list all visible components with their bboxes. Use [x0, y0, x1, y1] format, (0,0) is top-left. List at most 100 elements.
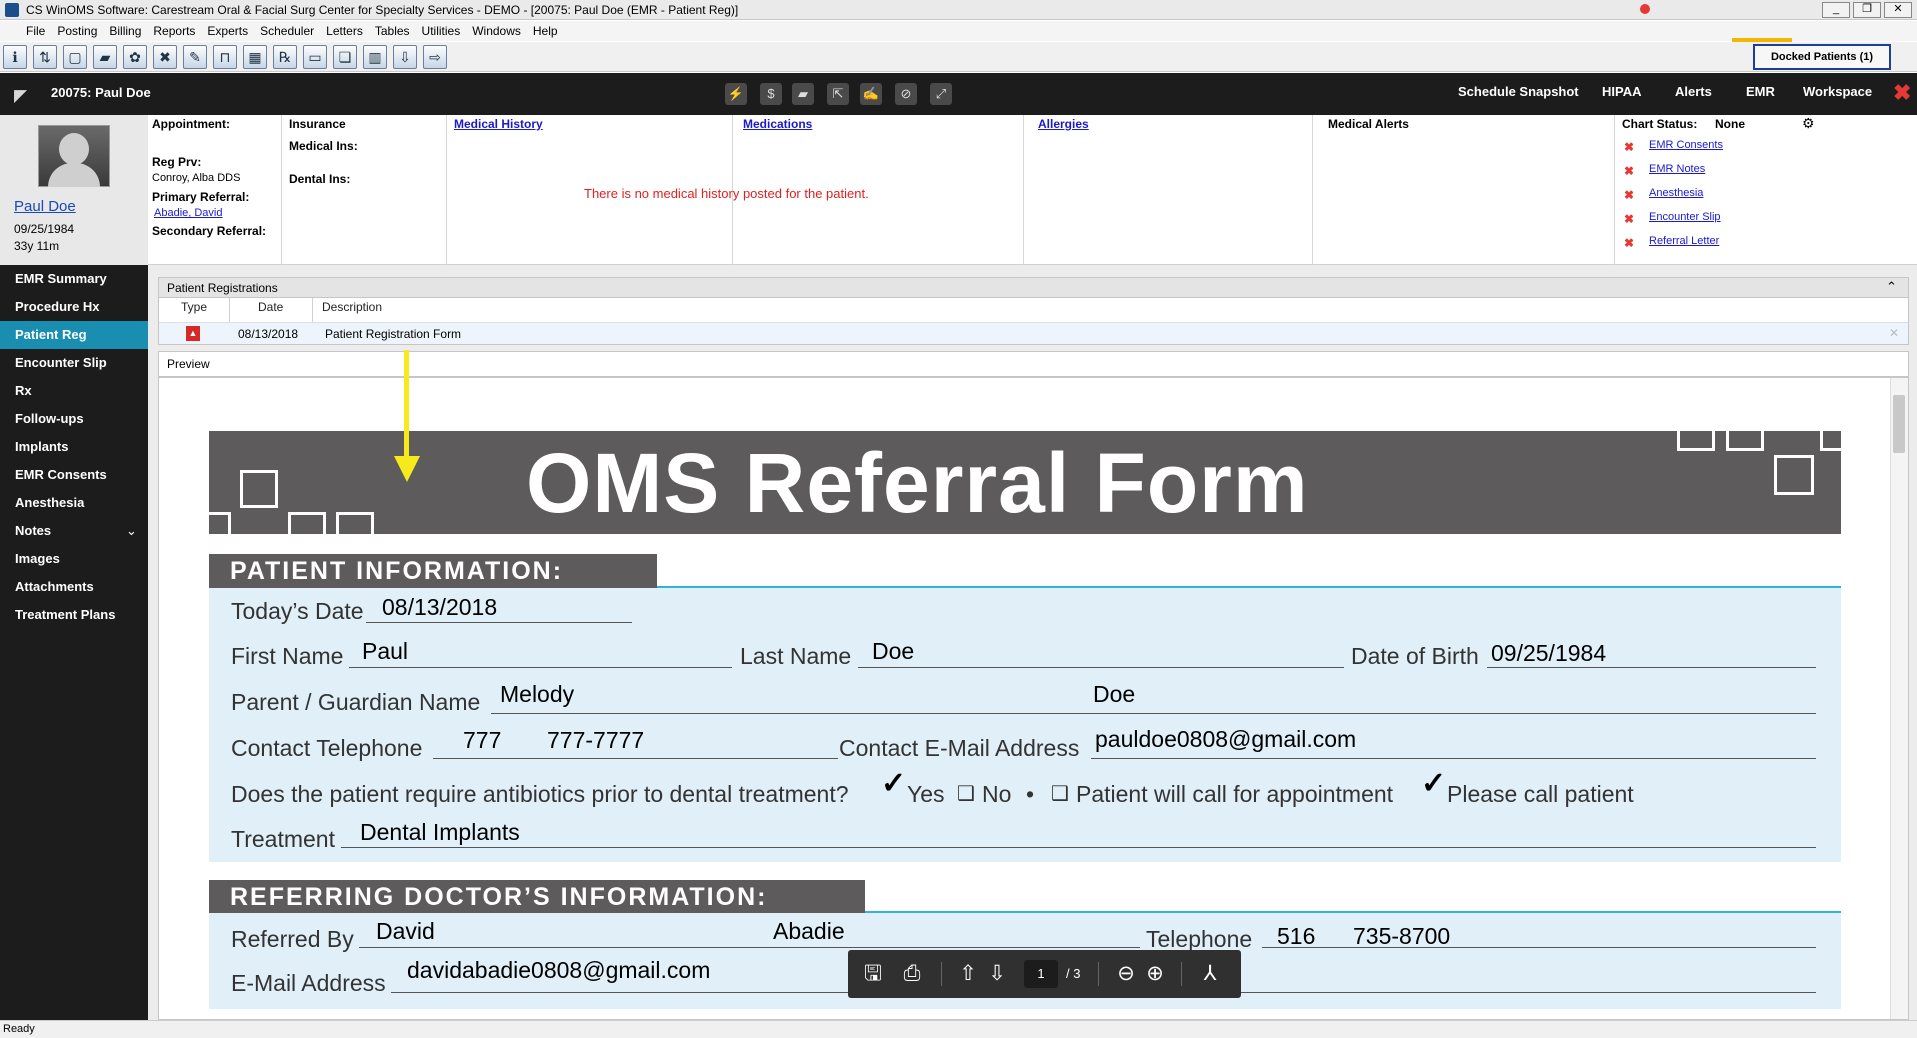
- notes-icon[interactable]: ✎: [183, 45, 207, 69]
- collapse-chevron-icon[interactable]: ⌃: [1886, 279, 1897, 295]
- status-bar: Ready: [0, 1020, 1917, 1038]
- gear-icon[interactable]: ⚙: [1802, 115, 1815, 132]
- menu-utilities[interactable]: Utilities: [416, 21, 467, 41]
- import-icon[interactable]: ⇩: [393, 45, 417, 69]
- primary-referral-link[interactable]: Abadie, David: [154, 207, 223, 219]
- export-icon[interactable]: ⇨: [423, 45, 447, 69]
- chevron-down-icon[interactable]: ⌄: [126, 523, 137, 539]
- checkbox-icon: ❑: [1051, 783, 1069, 805]
- chart-item-referral-letter[interactable]: Referral Letter: [1649, 235, 1719, 247]
- save-icon[interactable]: 🖫: [859, 960, 887, 988]
- sidebar-item-attachments[interactable]: Attachments: [0, 573, 148, 601]
- sidebar-item-emr-consents[interactable]: EMR Consents: [0, 461, 148, 489]
- chart-item-emr-consents[interactable]: EMR Consents: [1649, 139, 1723, 151]
- chart-item-encounter-slip[interactable]: Encounter Slip: [1649, 211, 1721, 223]
- nav-workspace[interactable]: Workspace: [1803, 84, 1872, 99]
- menu-tables[interactable]: Tables: [369, 21, 416, 41]
- column-header-description[interactable]: Description: [322, 300, 382, 314]
- medical-history-column-divider: [446, 115, 447, 265]
- nav-hipaa[interactable]: HIPAA: [1602, 84, 1641, 99]
- vertical-scrollbar[interactable]: [1890, 378, 1908, 1019]
- menu-windows[interactable]: Windows: [466, 21, 527, 41]
- menu-experts[interactable]: Experts: [201, 21, 254, 41]
- column-header-date[interactable]: Date: [258, 300, 283, 314]
- sidebar-item-follow-ups[interactable]: Follow-ups: [0, 405, 148, 433]
- medications-link[interactable]: Medications: [743, 117, 812, 131]
- close-window-icon[interactable]: ✕: [1884, 2, 1912, 18]
- menu-file[interactable]: File: [0, 21, 51, 41]
- sidebar-item-images[interactable]: Images: [0, 545, 148, 573]
- form-title: OMS Referral Form: [526, 436, 1309, 530]
- main-toolbar: ℹ ⇅ ▢ ▰ ✿ ✖ ✎ ⊓ ▦ ℞ ▭ ❏ ▥ ⇩ ⇨: [0, 42, 1917, 72]
- sidebar-item-encounter-slip[interactable]: Encounter Slip: [0, 349, 148, 377]
- lightning-icon[interactable]: ⚡: [725, 83, 747, 105]
- page-total: / 3: [1066, 966, 1081, 981]
- menu-billing[interactable]: Billing: [103, 21, 147, 41]
- page-number-input[interactable]: 1: [1024, 960, 1058, 988]
- medical-history-link[interactable]: Medical History: [454, 117, 543, 131]
- minimize-icon[interactable]: _: [1822, 2, 1850, 18]
- expand-icon[interactable]: ⤢: [930, 83, 952, 105]
- sidebar-item-implants[interactable]: Implants: [0, 433, 148, 461]
- windows-icon[interactable]: ❏: [333, 45, 357, 69]
- menu-help[interactable]: Help: [527, 21, 564, 41]
- column-header-type[interactable]: Type: [181, 300, 207, 314]
- menu-posting[interactable]: Posting: [51, 21, 103, 41]
- guardian-last-value: Doe: [1093, 681, 1136, 707]
- print-icon[interactable]: ⎙: [898, 960, 926, 988]
- nav-emr[interactable]: EMR: [1746, 84, 1775, 99]
- docked-patients-button[interactable]: Docked Patients (1): [1753, 44, 1891, 70]
- appointment-label: Appointment:: [152, 117, 230, 131]
- menu-letters[interactable]: Letters: [320, 21, 369, 41]
- chart-status-value: None: [1715, 117, 1745, 131]
- document-icon[interactable]: ▢: [63, 45, 87, 69]
- transfer-icon[interactable]: ⇅: [33, 45, 57, 69]
- chart-item-anesthesia[interactable]: Anesthesia: [1649, 187, 1703, 199]
- sidebar-item-procedure-hx[interactable]: Procedure Hx: [0, 293, 148, 321]
- xray-icon[interactable]: ✖: [153, 45, 177, 69]
- sidebar-item-rx[interactable]: Rx: [0, 377, 148, 405]
- signature-icon[interactable]: ✍: [860, 83, 882, 105]
- sidebar-item-emr-summary[interactable]: EMR Summary: [0, 265, 148, 293]
- attach-icon[interactable]: ⊘: [895, 83, 917, 105]
- dollar-icon[interactable]: $: [760, 83, 782, 105]
- nav-schedule-snapshot[interactable]: Schedule Snapshot: [1458, 84, 1579, 99]
- patient-info-icon[interactable]: ℹ: [3, 45, 27, 69]
- page-up-icon[interactable]: ⇧: [954, 960, 982, 988]
- chat-icon[interactable]: ▭: [303, 45, 327, 69]
- acrobat-icon[interactable]: ⅄: [1196, 960, 1224, 988]
- menu-reports[interactable]: Reports: [147, 21, 201, 41]
- zoom-in-icon[interactable]: ⊕: [1141, 960, 1169, 988]
- tooth-icon[interactable]: ✿: [123, 45, 147, 69]
- emr-active-indicator: [1732, 38, 1792, 42]
- doctor-email-label: E-Mail Address: [231, 970, 386, 996]
- sidebar-item-patient-reg[interactable]: Patient Reg: [0, 321, 148, 349]
- close-patient-icon[interactable]: ✖: [1893, 80, 1911, 106]
- telephone-label: Telephone: [1146, 926, 1253, 952]
- calendar-icon[interactable]: ▦: [243, 45, 267, 69]
- zoom-out-icon[interactable]: ⊖: [1112, 960, 1140, 988]
- menu-scheduler[interactable]: Scheduler: [254, 21, 320, 41]
- nav-alerts[interactable]: Alerts: [1675, 84, 1712, 99]
- sidebar-item-treatment-plans[interactable]: Treatment Plans: [0, 601, 148, 629]
- chart-icon[interactable]: ▥: [363, 45, 387, 69]
- restore-icon[interactable]: ❐: [1853, 2, 1881, 18]
- phone-area-value: 777: [463, 727, 502, 753]
- delete-row-icon[interactable]: ✕: [1889, 326, 1899, 340]
- page-down-icon[interactable]: ⇩: [983, 960, 1011, 988]
- patient-name-link[interactable]: Paul Doe: [14, 198, 76, 215]
- window-title: CS WinOMS Software: Carestream Oral & Fa…: [26, 3, 739, 17]
- prescription-icon[interactable]: ℞: [273, 45, 297, 69]
- folder-icon[interactable]: ▰: [93, 45, 117, 69]
- door-icon[interactable]: ⊓: [213, 45, 237, 69]
- window-title-bar: CS WinOMS Software: Carestream Oral & Fa…: [0, 0, 1917, 20]
- guardian-label: Parent / Guardian Name: [231, 689, 481, 715]
- chart-item-emr-notes[interactable]: EMR Notes: [1649, 163, 1705, 175]
- sidebar-item-anesthesia[interactable]: Anesthesia: [0, 489, 148, 517]
- scrollbar-thumb[interactable]: [1893, 395, 1905, 453]
- share-icon[interactable]: ⇱: [827, 83, 849, 105]
- menu-bar: File Posting Billing Reports Experts Schedule…: [0, 21, 1917, 41]
- folder-tab-icon[interactable]: ▰: [792, 83, 814, 105]
- allergies-link[interactable]: Allergies: [1038, 117, 1089, 131]
- field-underline: [1487, 667, 1816, 668]
